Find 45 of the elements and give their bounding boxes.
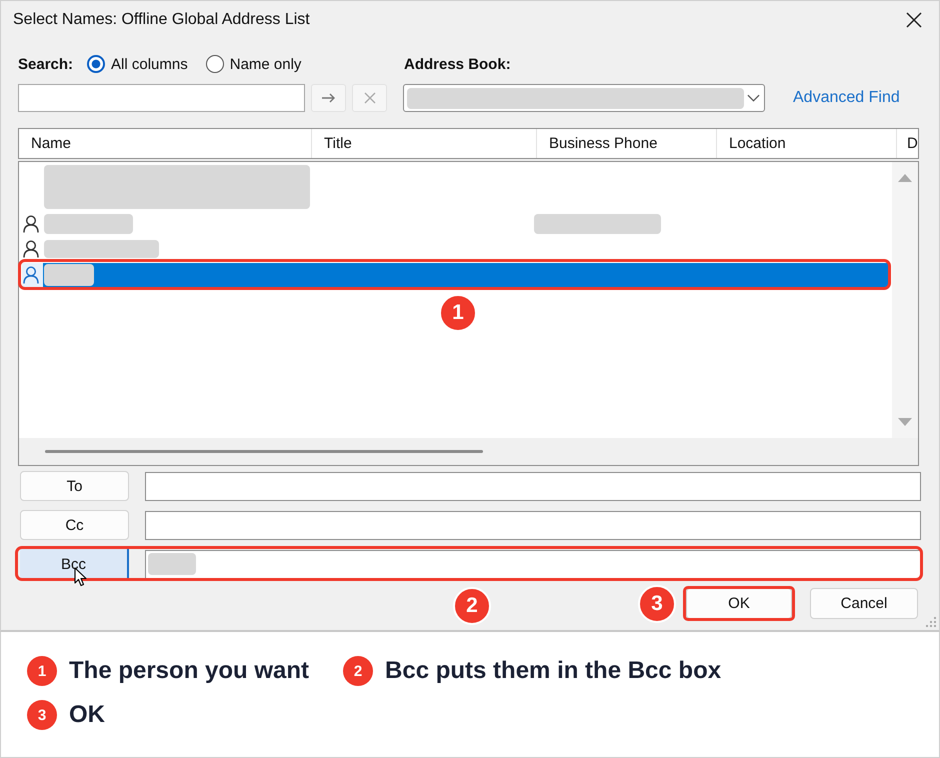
- column-header[interactable]: Title: [312, 129, 537, 158]
- redacted-block: [148, 553, 196, 575]
- resize-grip-icon[interactable]: [926, 617, 936, 627]
- scroll-up-arrow-icon[interactable]: [898, 174, 912, 182]
- cross-icon: [364, 92, 376, 104]
- recipient-field[interactable]: [145, 550, 921, 578]
- radio-option[interactable]: All columns: [87, 55, 188, 73]
- recipient-button[interactable]: Bcc: [20, 549, 129, 579]
- recipient-field[interactable]: [145, 510, 921, 540]
- clear-button[interactable]: [352, 84, 387, 112]
- recipient-button[interactable]: To: [20, 471, 129, 501]
- close-icon[interactable]: [906, 12, 922, 28]
- address-book-dropdown[interactable]: [403, 84, 765, 112]
- chevron-down-icon: [747, 94, 760, 102]
- search-label: Search:: [18, 56, 74, 72]
- radio-option[interactable]: Name only: [206, 55, 302, 73]
- legend-marker: 2: [343, 656, 374, 686]
- person-icon: [23, 215, 39, 233]
- column-header[interactable]: D: [897, 129, 919, 158]
- horizontal-scrollbar[interactable]: [45, 450, 483, 453]
- person-icon: [23, 240, 39, 258]
- scroll-down-arrow-icon[interactable]: [898, 418, 912, 426]
- callout-marker: 2: [453, 587, 491, 625]
- column-header[interactable]: Business Phone: [537, 129, 717, 158]
- advanced-find-link[interactable]: Advanced Find: [793, 89, 900, 107]
- arrow-right-icon: [322, 93, 336, 103]
- column-header[interactable]: Location: [717, 129, 897, 158]
- dialog-button[interactable]: Cancel: [810, 588, 918, 619]
- vertical-scrollbar[interactable]: [892, 162, 918, 438]
- legend-text: Bcc puts them in the Bcc box: [385, 657, 722, 685]
- go-button[interactable]: [311, 84, 346, 112]
- recipient-button[interactable]: Cc: [20, 510, 129, 540]
- address-book-label: Address Book:: [404, 56, 511, 72]
- window-title: Select Names: Offline Global Address List: [13, 10, 310, 28]
- legend-text: The person you want: [69, 657, 310, 685]
- search-field[interactable]: [18, 84, 305, 112]
- column-header[interactable]: Name: [19, 129, 312, 158]
- person-icon: [23, 266, 39, 284]
- legend-text: OK: [69, 701, 105, 729]
- legend-marker: 1: [27, 656, 57, 686]
- legend-marker: 3: [27, 700, 57, 730]
- dialog-button[interactable]: OK: [686, 588, 792, 619]
- callout-marker: 3: [638, 585, 676, 623]
- recipient-field[interactable]: [145, 472, 921, 500]
- redacted-block: [44, 264, 94, 286]
